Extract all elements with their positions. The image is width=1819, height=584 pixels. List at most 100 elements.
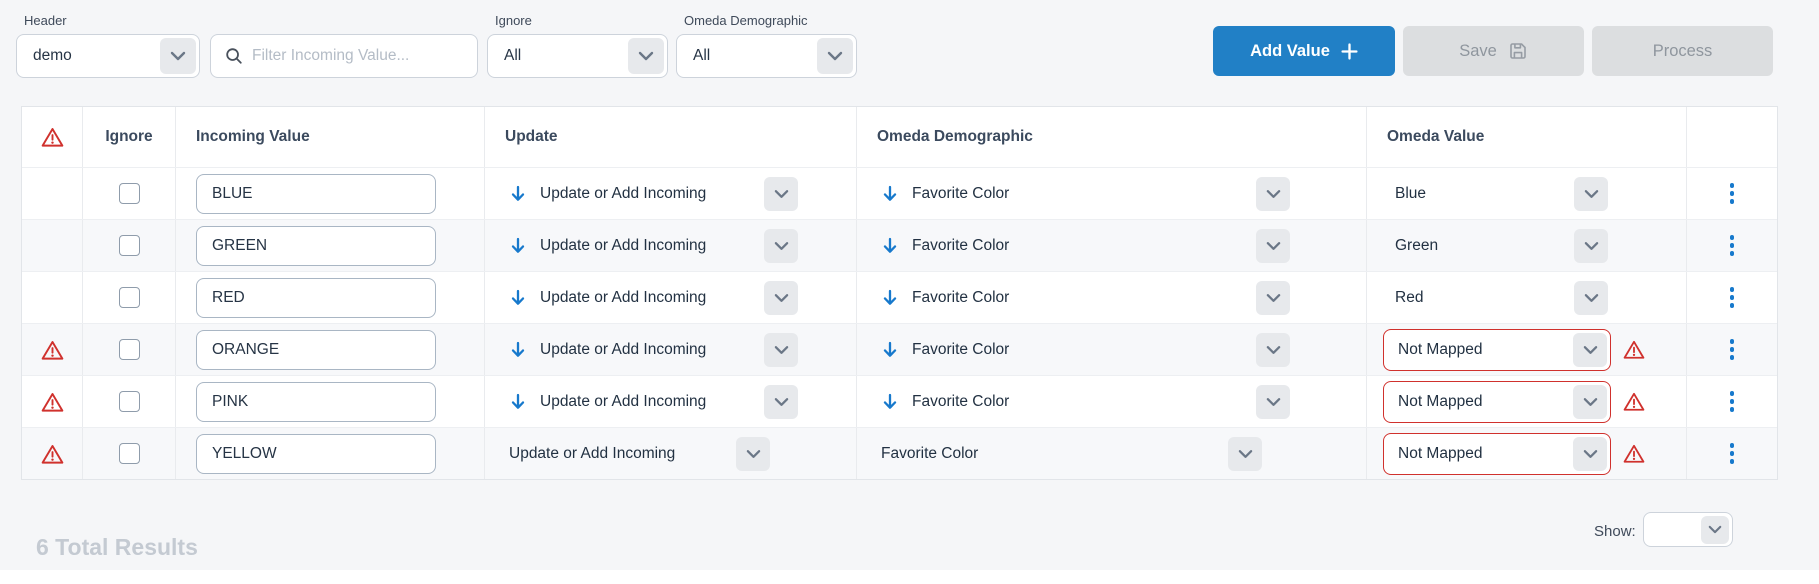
omeda-demographic-column-header: Omeda Demographic [857, 107, 1367, 167]
omeda-demographic-select[interactable]: Favorite Color [873, 333, 1293, 367]
omeda-demographic-select[interactable]: Favorite Color [873, 385, 1293, 419]
ignore-checkbox[interactable] [119, 391, 140, 412]
value-mapping-table: Ignore Incoming Value Update Omeda Demog… [21, 106, 1778, 480]
update-select[interactable]: Update or Add Incoming [501, 177, 801, 211]
incoming-value-field [196, 278, 436, 318]
row-menu-button[interactable] [1722, 383, 1743, 420]
search-icon [225, 47, 243, 65]
omeda-demographic-select[interactable]: Favorite Color [873, 229, 1293, 263]
actions-column-header [1687, 107, 1777, 167]
omeda-demographic-select[interactable]: Favorite Color [873, 281, 1293, 315]
save-button[interactable]: Save [1403, 26, 1584, 76]
chevron-down-icon [1574, 229, 1608, 263]
ignore-checkbox[interactable] [119, 339, 140, 360]
arrow-down-icon [881, 289, 899, 307]
omeda-demographic-filter-select[interactable]: All [676, 34, 857, 78]
table-row: Update or Add Incoming Favorite Color No… [22, 375, 1777, 427]
omeda-value-select-value: Green [1395, 237, 1438, 255]
ignore-checkbox[interactable] [119, 235, 140, 256]
update-select[interactable]: Update or Add Incoming [501, 437, 773, 471]
update-select[interactable]: Update or Add Incoming [501, 385, 801, 419]
incoming-value-input[interactable] [197, 237, 435, 255]
omeda-demographic-select-value: Favorite Color [912, 185, 1009, 203]
omeda-value-select[interactable]: Blue [1383, 177, 1611, 211]
process-button[interactable]: Process [1592, 26, 1773, 76]
incoming-value-field [196, 226, 436, 266]
table-row: Update or Add Incoming Favorite Color No… [22, 427, 1777, 479]
omeda-value-select[interactable]: Not Mapped [1383, 381, 1611, 423]
omeda-value-select[interactable]: Not Mapped [1383, 433, 1611, 475]
chevron-down-icon [736, 437, 770, 471]
ignore-checkbox[interactable] [119, 183, 140, 204]
warning-icon [1623, 339, 1645, 360]
chevron-down-icon [1573, 333, 1607, 367]
incoming-value-input[interactable] [197, 393, 435, 411]
row-menu-button[interactable] [1722, 279, 1743, 316]
update-select[interactable]: Update or Add Incoming [501, 333, 801, 367]
chevron-down-icon [1573, 385, 1607, 419]
add-value-button[interactable]: Add Value [1213, 26, 1395, 76]
ignore-filter-select[interactable]: All [487, 34, 668, 78]
row-warning-cell [22, 428, 83, 479]
warning-icon [1623, 443, 1645, 464]
update-select[interactable]: Update or Add Incoming [501, 281, 801, 315]
incoming-value-field [196, 174, 436, 214]
incoming-value-input[interactable] [197, 289, 435, 307]
omeda-demographic-filter-value: All [693, 47, 710, 65]
chevron-down-icon [764, 385, 798, 419]
value-mapping-page: Header demo Ignore All Omeda Demographic… [0, 0, 1819, 584]
filter-incoming-value-input[interactable] [252, 47, 452, 65]
row-menu-button[interactable] [1722, 331, 1743, 368]
ignore-checkbox[interactable] [119, 287, 140, 308]
chevron-down-icon [1228, 437, 1262, 471]
chevron-down-icon [1256, 281, 1290, 315]
warning-icon [41, 126, 64, 148]
warning-column-header [22, 107, 83, 167]
row-menu-button[interactable] [1722, 175, 1743, 212]
incoming-value-input[interactable] [197, 185, 435, 203]
arrow-down-icon [881, 341, 899, 359]
update-select-value: Update or Add Incoming [509, 445, 675, 463]
warning-icon [41, 339, 64, 361]
update-select-value: Update or Add Incoming [540, 237, 706, 255]
plus-icon [1341, 43, 1358, 60]
chevron-down-icon [817, 38, 853, 74]
update-column-header: Update [485, 107, 857, 167]
omeda-demographic-select-value: Favorite Color [912, 289, 1009, 307]
omeda-demographic-select[interactable]: Favorite Color [873, 177, 1293, 211]
chevron-down-icon [1256, 385, 1290, 419]
chevron-down-icon [1574, 281, 1608, 315]
update-select-value: Update or Add Incoming [540, 289, 706, 307]
omeda-demographic-select-value: Favorite Color [912, 341, 1009, 359]
row-warning-cell [22, 324, 83, 375]
omeda-value-select-value: Not Mapped [1398, 445, 1482, 463]
total-results-text: 6 Total Results [36, 534, 198, 561]
header-field-label: Header [24, 13, 67, 28]
row-menu-button[interactable] [1722, 435, 1743, 472]
incoming-value-field [196, 434, 436, 474]
row-warning-cell [22, 376, 83, 427]
arrow-down-icon [509, 289, 527, 307]
omeda-value-select[interactable]: Red [1383, 281, 1611, 315]
ignore-filter-value: All [504, 47, 521, 65]
arrow-down-icon [509, 341, 527, 359]
row-menu-button[interactable] [1722, 227, 1743, 264]
filter-search-box [210, 34, 478, 78]
omeda-value-column-header: Omeda Value [1367, 107, 1687, 167]
show-page-size-select[interactable] [1643, 512, 1733, 547]
ignore-checkbox[interactable] [119, 443, 140, 464]
arrow-down-icon [509, 393, 527, 411]
omeda-value-select-value: Not Mapped [1398, 393, 1482, 411]
header-select[interactable]: demo [16, 34, 200, 78]
omeda-value-select[interactable]: Not Mapped [1383, 329, 1611, 371]
chevron-down-icon [764, 177, 798, 211]
omeda-demographic-select-value: Favorite Color [912, 393, 1009, 411]
update-select[interactable]: Update or Add Incoming [501, 229, 801, 263]
incoming-value-input[interactable] [197, 341, 435, 359]
omeda-demographic-select[interactable]: Favorite Color [873, 437, 1265, 471]
page-bottom-strip [0, 570, 1819, 584]
omeda-value-select[interactable]: Green [1383, 229, 1611, 263]
save-label: Save [1459, 42, 1497, 61]
incoming-value-input[interactable] [197, 445, 435, 463]
chevron-down-icon [764, 281, 798, 315]
